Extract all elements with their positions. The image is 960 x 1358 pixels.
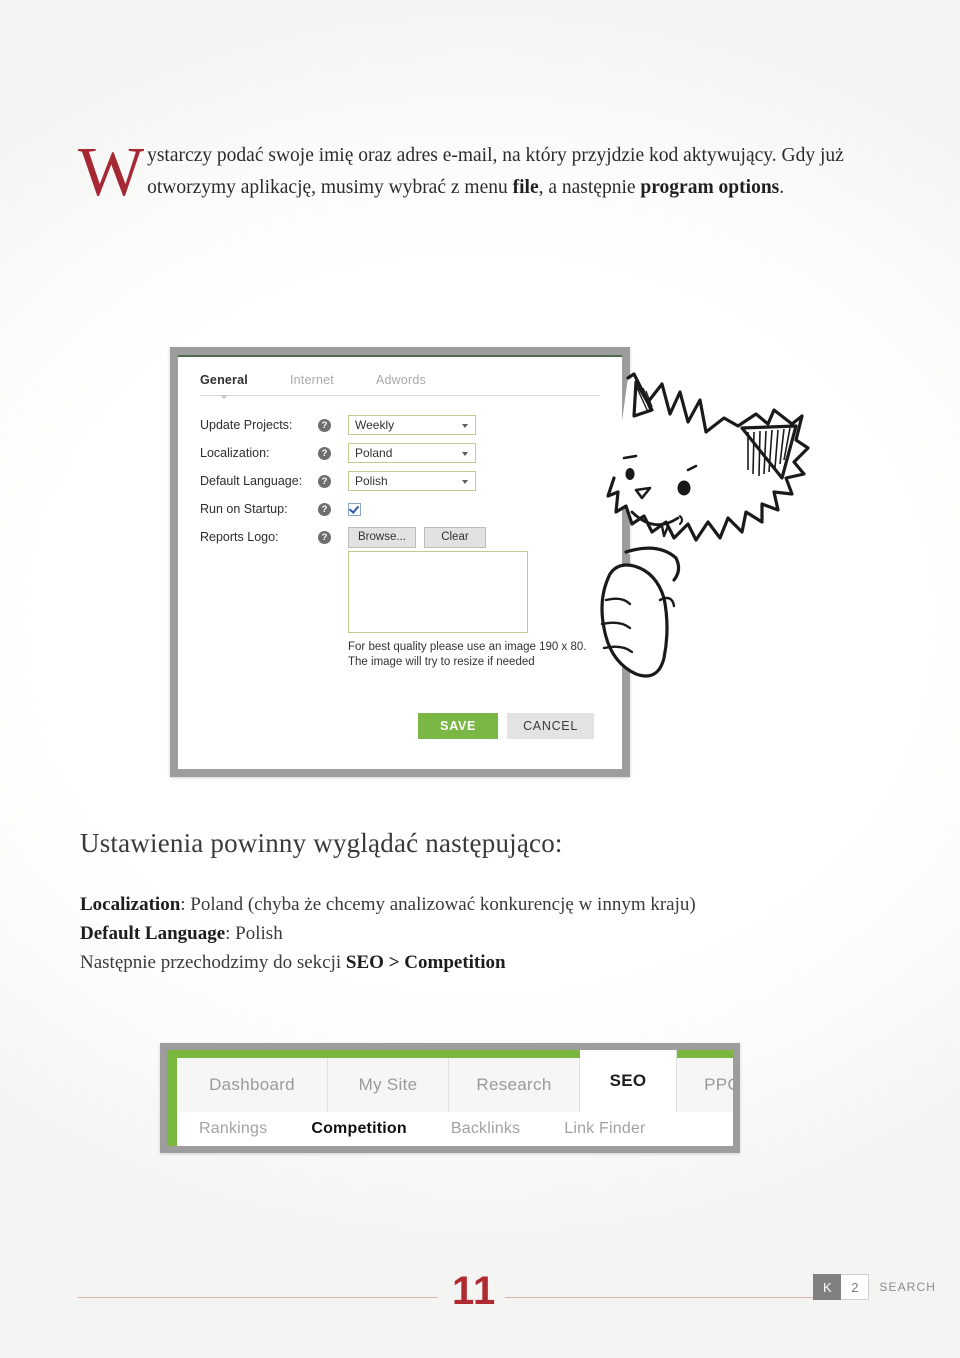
row-reports-logo: Reports Logo: ? Browse... Clear bbox=[200, 523, 600, 551]
select-default-language[interactable]: Polish bbox=[348, 471, 476, 491]
description-line-next-step: Następnie przechodzimy do sekcji SEO > C… bbox=[80, 948, 780, 977]
logo-preview-area[interactable] bbox=[348, 551, 528, 633]
tab-seo[interactable]: SEO bbox=[580, 1050, 677, 1112]
logo-hint-line-1: For best quality please use an image 190… bbox=[348, 641, 587, 653]
main-tab-bar: Dashboard My Site Research SEO PPC bbox=[177, 1050, 733, 1112]
label-reports-logo: Reports Logo: bbox=[200, 530, 279, 544]
row-localization: Localization: ? Poland bbox=[200, 439, 600, 467]
dialog-action-buttons: SAVE CANCEL bbox=[418, 713, 594, 739]
sub-tab-bar: Rankings Competition Backlinks Link Find… bbox=[177, 1112, 733, 1146]
select-update-projects[interactable]: Weekly bbox=[348, 415, 476, 435]
brand-logo-k: K bbox=[813, 1274, 842, 1300]
select-localization[interactable]: Poland bbox=[348, 443, 476, 463]
page-number: 11 bbox=[452, 1269, 497, 1313]
intro-bold-file: file bbox=[512, 177, 539, 198]
help-icon-update-projects[interactable]: ? bbox=[318, 418, 331, 432]
intro-bold-program-options: program options bbox=[640, 177, 780, 198]
logo-hint-line-2: The image will try to resize if needed bbox=[348, 656, 535, 668]
intro-line-2-end: . bbox=[779, 177, 785, 198]
dialog-tab-divider bbox=[200, 395, 600, 396]
label-default-language: Default Language: bbox=[200, 474, 303, 488]
intro-line-2-mid: , a następnie bbox=[538, 177, 641, 198]
select-localization-value: Poland bbox=[355, 446, 393, 460]
footer-rule-left bbox=[78, 1297, 438, 1298]
bold-seo-competition: SEO > Competition bbox=[345, 952, 506, 973]
help-icon-default-language[interactable]: ? bbox=[318, 474, 331, 488]
tab-research[interactable]: Research bbox=[449, 1058, 580, 1112]
bold-default-language: Default Language bbox=[80, 923, 226, 944]
localization-value-text: : Poland (chyba że chcemy analizować kon… bbox=[180, 894, 696, 915]
next-step-text: Następnie przechodzimy do sekcji bbox=[80, 952, 346, 973]
row-run-on-startup: Run on Startup: ? bbox=[200, 495, 600, 523]
label-update-projects: Update Projects: bbox=[200, 418, 293, 432]
chevron-down-icon bbox=[462, 480, 468, 484]
options-dialog-window: General Internet Adwords Update Projects… bbox=[178, 355, 622, 769]
description-line-localization: Localization: Poland (chyba że chcemy an… bbox=[80, 890, 780, 919]
row-default-language: Default Language: ? Polish bbox=[200, 467, 600, 495]
drop-cap-letter: W bbox=[78, 134, 145, 211]
tab-internet[interactable]: Internet bbox=[290, 373, 334, 390]
bold-localization: Localization bbox=[80, 894, 181, 915]
checkbox-run-on-startup[interactable] bbox=[348, 502, 361, 516]
tab-ppc[interactable]: PPC bbox=[677, 1058, 733, 1112]
options-dialog-screenshot: General Internet Adwords Update Projects… bbox=[170, 347, 630, 777]
cat-mascot-illustration bbox=[600, 372, 810, 678]
brand-logo: K 2 SEARCH bbox=[813, 1274, 936, 1300]
navigation-screenshot: Dashboard My Site Research SEO PPC Ranki… bbox=[160, 1043, 740, 1153]
tab-dashboard[interactable]: Dashboard bbox=[177, 1058, 328, 1112]
browse-button[interactable]: Browse... bbox=[348, 526, 416, 548]
help-icon-localization[interactable]: ? bbox=[318, 446, 331, 460]
document-page: Wystarczy podać swoje imię oraz adres e-… bbox=[0, 0, 960, 1358]
clear-button[interactable]: Clear bbox=[423, 526, 486, 548]
default-language-value-text: : Polish bbox=[225, 923, 283, 944]
tab-general[interactable]: General bbox=[200, 373, 248, 390]
active-tab-caret-icon bbox=[220, 395, 228, 399]
section-heading: Ustawienia powinny wyglądać następująco: bbox=[80, 828, 563, 858]
subtab-link-finder[interactable]: Link Finder bbox=[564, 1120, 645, 1138]
footer-rule-right bbox=[505, 1297, 815, 1298]
description-line-default-language: Default Language: Polish bbox=[80, 919, 780, 948]
intro-line-1: ystarczy podać swoje imię oraz adres e-m… bbox=[147, 145, 782, 166]
help-icon-run-on-startup[interactable]: ? bbox=[318, 502, 331, 516]
chevron-down-icon bbox=[462, 452, 468, 456]
subtab-backlinks[interactable]: Backlinks bbox=[451, 1120, 520, 1138]
brand-logo-2: 2 bbox=[841, 1274, 870, 1300]
select-update-projects-value: Weekly bbox=[355, 418, 395, 432]
brand-logo-word: SEARCH bbox=[879, 1280, 936, 1294]
help-icon-reports-logo[interactable]: ? bbox=[318, 530, 331, 544]
subtab-competition[interactable]: Competition bbox=[311, 1120, 407, 1138]
intro-paragraph: Wystarczy podać swoje imię oraz adres e-… bbox=[78, 134, 878, 211]
dialog-settings-rows: Update Projects: ? Weekly Localization: … bbox=[200, 411, 600, 551]
select-default-language-value: Polish bbox=[355, 474, 388, 488]
label-run-on-startup: Run on Startup: bbox=[200, 502, 288, 516]
save-button[interactable]: SAVE bbox=[418, 713, 499, 739]
dialog-tab-strip: General Internet Adwords bbox=[200, 373, 426, 390]
navigation-window: Dashboard My Site Research SEO PPC Ranki… bbox=[167, 1050, 733, 1146]
row-update-projects: Update Projects: ? Weekly bbox=[200, 411, 600, 439]
subtab-rankings[interactable]: Rankings bbox=[199, 1120, 267, 1138]
cancel-button[interactable]: CANCEL bbox=[507, 713, 594, 739]
tab-my-site[interactable]: My Site bbox=[328, 1058, 449, 1112]
logo-hint-text: For best quality please use an image 190… bbox=[348, 640, 586, 670]
chevron-down-icon bbox=[462, 424, 468, 428]
tab-adwords[interactable]: Adwords bbox=[376, 373, 426, 390]
settings-description-block: Localization: Poland (chyba że chcemy an… bbox=[80, 890, 780, 977]
label-localization: Localization: bbox=[200, 446, 270, 460]
